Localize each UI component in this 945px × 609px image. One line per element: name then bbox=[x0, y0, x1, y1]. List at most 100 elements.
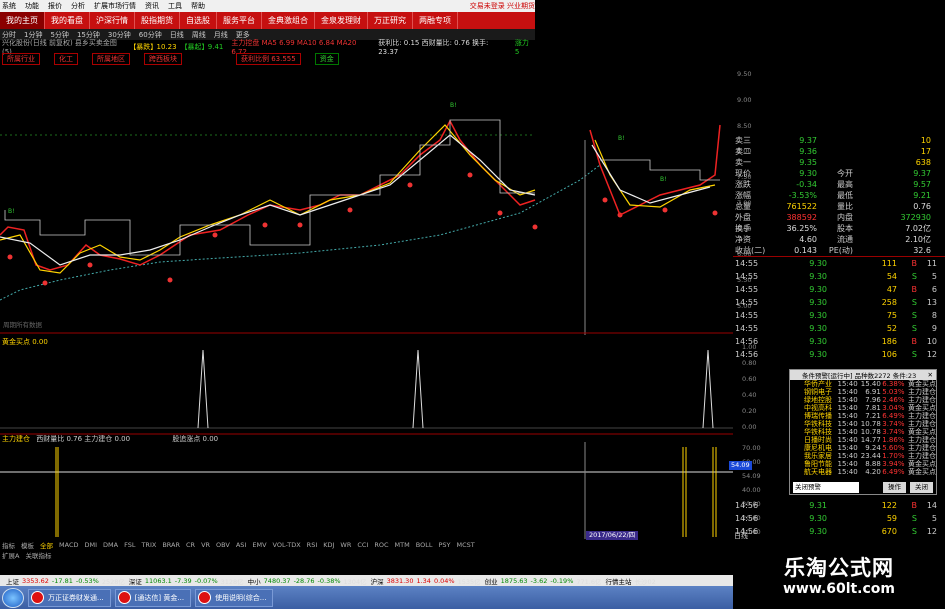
tick-row: 14:56 9.30 186 B 10 bbox=[733, 335, 945, 348]
close-button[interactable]: 关闭 bbox=[910, 481, 933, 493]
main-force-indicator-chart[interactable] bbox=[0, 442, 733, 539]
menu-item[interactable]: 资讯 bbox=[145, 1, 159, 11]
alert-time: 15:40 bbox=[837, 380, 858, 388]
alert-select[interactable]: 关闭预警 bbox=[793, 481, 859, 493]
nav-tab[interactable]: 服务平台 bbox=[217, 12, 262, 29]
nav-tab[interactable]: 自选股 bbox=[180, 12, 217, 29]
nav-tab[interactable]: 我的看盘 bbox=[45, 12, 90, 29]
index-value: 3128亿 bbox=[220, 577, 244, 586]
indicator-tab[interactable]: CCI bbox=[357, 541, 368, 549]
alert-change: 1.70% bbox=[882, 452, 905, 460]
tag-fund[interactable]: 资金 bbox=[314, 53, 339, 65]
indicator-tab[interactable]: 模板 bbox=[21, 540, 34, 550]
nav-tab[interactable]: 金泉发理财 bbox=[315, 12, 368, 29]
quote-key: 外盘 bbox=[735, 213, 751, 222]
quote-value2: 638 bbox=[915, 158, 931, 167]
indicator-tab[interactable]: MTM bbox=[395, 541, 410, 549]
quote-row: 净资 4.60 流通 2.10亿 bbox=[733, 234, 945, 245]
operate-button[interactable]: 操作 bbox=[883, 481, 906, 493]
menu-item[interactable]: 工具 bbox=[168, 1, 182, 11]
tag-industry-label[interactable]: 所属行业 bbox=[2, 53, 40, 65]
menu-item[interactable]: 系统 bbox=[2, 1, 16, 11]
tick-volume: 186 bbox=[881, 337, 897, 346]
quote-row: 收益(二) 0.143 PE(动) 32.6 bbox=[733, 245, 945, 256]
index-name: 沪深 bbox=[370, 577, 384, 586]
indicator-tab[interactable]: 指标 bbox=[2, 540, 15, 550]
alert-time: 15:40 bbox=[837, 460, 858, 468]
indicator-tab[interactable]: 全部 bbox=[40, 540, 53, 550]
tick-count: 13 bbox=[926, 298, 937, 307]
indicator-tab[interactable]: WR bbox=[340, 541, 351, 549]
menu-item[interactable]: 功能 bbox=[25, 1, 39, 11]
quote-key2: 最高 bbox=[837, 180, 853, 189]
indicator-tab[interactable]: DMA bbox=[103, 541, 118, 549]
alert-price: 14.77 bbox=[860, 436, 881, 444]
price-tick: 9.50 bbox=[737, 70, 752, 78]
alert-change: 1.86% bbox=[882, 436, 905, 444]
indicator-tab[interactable]: RSI bbox=[307, 541, 318, 549]
menu-item[interactable]: 帮助 bbox=[191, 1, 205, 11]
tick-count: 5 bbox=[931, 514, 937, 523]
watermark: 乐淘公式网 www.60lt.com bbox=[733, 540, 945, 609]
tag-industry[interactable]: 化工 bbox=[54, 53, 78, 65]
period-tab[interactable]: 60分钟 bbox=[139, 30, 162, 40]
tick-volume: 47 bbox=[886, 285, 897, 294]
menu-item[interactable]: 报价 bbox=[48, 1, 62, 11]
indicator-tab[interactable]: BOLL bbox=[416, 541, 433, 549]
spike-1 bbox=[197, 349, 209, 429]
tick-volume: 670 bbox=[881, 527, 897, 536]
indicator-tab[interactable]: MCST bbox=[456, 541, 474, 549]
alert-price: 23.44 bbox=[860, 452, 881, 460]
start-button[interactable] bbox=[2, 587, 24, 608]
taskbar-item[interactable]: 万正证券财发通... bbox=[28, 588, 111, 607]
quote-value: 9.37 bbox=[799, 136, 817, 145]
quote-value: 9.36 bbox=[799, 147, 817, 156]
alert-time: 15:40 bbox=[837, 452, 858, 460]
taskbar-item[interactable]: [通达信] 黄金... bbox=[114, 588, 192, 607]
indicator-tab[interactable]: ASI bbox=[236, 541, 247, 549]
alert-row[interactable]: 航天电器 15:40 4.20 6.49% 黄金买点 bbox=[790, 468, 936, 476]
period-tab[interactable]: 月线 bbox=[214, 30, 228, 40]
indicator-tab[interactable]: BRAR bbox=[162, 541, 180, 549]
indicator-tab[interactable]: MACD bbox=[59, 541, 78, 549]
extension-tab[interactable]: 关联指标 bbox=[25, 550, 51, 560]
indicator-tab[interactable]: OBV bbox=[216, 541, 230, 549]
index-value: 3831.30 bbox=[386, 576, 414, 585]
alert-price: 7.96 bbox=[865, 396, 881, 404]
period-tab[interactable]: 日线 bbox=[170, 30, 184, 40]
quote-value: -3.53% bbox=[788, 191, 817, 200]
index-name: 中小 bbox=[247, 577, 261, 586]
nav-tab[interactable]: 股指期货 bbox=[135, 12, 180, 29]
tag-region-label[interactable]: 所属地区 bbox=[92, 53, 130, 65]
indicator-tab[interactable]: ROC bbox=[374, 541, 388, 549]
nav-tab[interactable]: 两融专项 bbox=[413, 12, 458, 29]
indicator-tab[interactable]: DMI bbox=[84, 541, 97, 549]
extension-tab[interactable]: 扩展A bbox=[2, 550, 19, 560]
nav-tab[interactable]: 万正研究 bbox=[368, 12, 413, 29]
alert-time: 15:40 bbox=[837, 468, 858, 476]
indicator-tab[interactable]: VOL-TDX bbox=[273, 541, 301, 549]
indicator-tab[interactable]: FSL bbox=[124, 541, 135, 549]
alert-time: 15:40 bbox=[837, 412, 858, 420]
gold-buy-indicator-chart[interactable] bbox=[0, 345, 733, 435]
indicator-tab[interactable]: EMV bbox=[252, 541, 266, 549]
indicator-tab[interactable]: PSY bbox=[438, 541, 450, 549]
menu-item[interactable]: 分析 bbox=[71, 1, 85, 11]
nav-tab[interactable]: 沪深行情 bbox=[90, 12, 135, 29]
nav-tab[interactable]: 金典激组合 bbox=[262, 12, 315, 29]
indicator-tab[interactable]: KDJ bbox=[323, 541, 334, 549]
indicator-tab[interactable]: VR bbox=[201, 541, 210, 549]
main-candlestick-chart[interactable]: B! B! B! B! 周期所有数据 bbox=[0, 65, 733, 335]
menu-item[interactable]: 扩展市场行情 bbox=[94, 1, 136, 11]
indicator-tab[interactable]: TRIX bbox=[141, 541, 156, 549]
taskbar-item[interactable]: 使用说明(综合... bbox=[195, 588, 274, 607]
svg-text:B!: B! bbox=[450, 102, 457, 109]
period-tab[interactable]: 周线 bbox=[192, 30, 206, 40]
indicator-tab[interactable]: CR bbox=[186, 541, 195, 549]
alert-change: 3.74% bbox=[882, 428, 905, 436]
tag-region[interactable]: 跨西板块 bbox=[144, 53, 182, 65]
svg-text:B!: B! bbox=[660, 176, 667, 183]
tick-time: 14:55 bbox=[735, 259, 759, 268]
close-icon[interactable]: ✕ bbox=[928, 371, 936, 379]
nav-tab[interactable]: 我的主页 bbox=[0, 12, 45, 29]
